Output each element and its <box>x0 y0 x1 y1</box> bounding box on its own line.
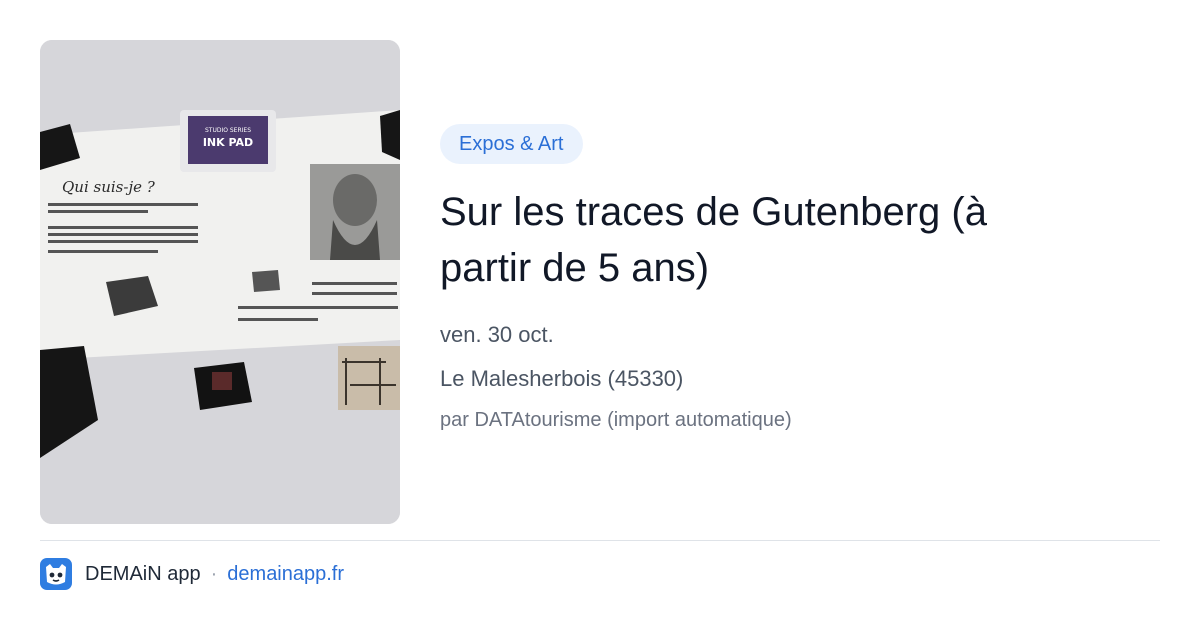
footer: DEMAiN app · demainapp.fr <box>40 558 344 590</box>
event-title[interactable]: Sur les traces de Gutenberg (à partir de… <box>440 184 1080 296</box>
event-image[interactable]: Qui suis-je ? STUDIO SERIES INK PAD <box>40 40 400 524</box>
category-badge[interactable]: Expos & Art <box>440 124 583 164</box>
photo-heading-text: Qui suis-je ? <box>62 178 156 196</box>
event-photo: Qui suis-je ? STUDIO SERIES INK PAD <box>40 40 400 524</box>
ink-pad-label-text: INK PAD <box>203 136 253 149</box>
event-location: Le Malesherbois (45330) <box>440 366 684 391</box>
event-info: Expos & Art Sur les traces de Gutenberg … <box>440 124 1140 434</box>
ink-pad-brand-text: STUDIO SERIES <box>205 127 251 134</box>
app-name: DEMAiN app <box>85 562 201 585</box>
footer-separator: · <box>210 562 218 585</box>
event-date: ven. 30 oct. <box>440 322 554 347</box>
demain-app-logo-icon[interactable] <box>40 558 72 590</box>
footer-divider <box>40 540 1160 541</box>
site-link[interactable]: demainapp.fr <box>227 563 344 586</box>
event-source: par DATAtourisme (import automatique) <box>440 409 792 431</box>
